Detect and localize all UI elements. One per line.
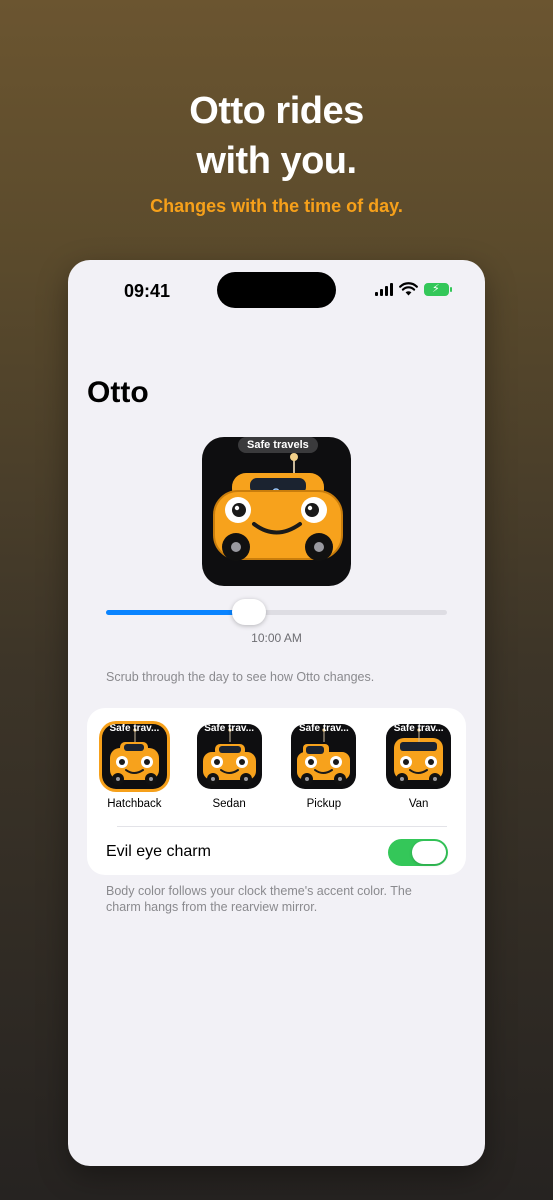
vehicle-style-name: Hatchback [107,798,162,810]
charm-toggle-knob [412,841,446,864]
charm-toggle[interactable] [388,839,448,866]
status-time: 09:41 [124,281,171,301]
vehicle-style-name: Van [408,798,429,810]
vehicle-style-name: Sedan [212,798,246,810]
settings-card: Safe trav... Hatchback Safe trav... Sedan Sa… [87,708,466,875]
dynamic-island [217,272,336,308]
vehicle-style-sedan[interactable]: Safe trav... Sedan [182,724,277,810]
page-title: Otto [87,376,149,409]
time-slider-fill [106,610,250,615]
charm-toggle-label: Evil eye charm [106,843,211,860]
otto-preview: Safe travels [202,437,351,586]
cellular-signal-icon [375,282,393,296]
time-slider[interactable] [106,599,447,625]
vehicle-style-name: Pickup [306,798,342,810]
vehicle-style-tile[interactable]: Safe trav... [101,724,167,789]
status-icons: ⚡ [375,282,452,296]
vehicle-style-picker: Safe trav... Hatchback Safe trav... Sedan Sa… [87,724,466,810]
vehicle-style-tile[interactable]: Safe trav... [291,724,357,789]
divider [117,826,447,827]
time-slider-value: 10:00 AM [251,631,302,645]
vehicle-style-hatchback[interactable]: Safe trav... Hatchback [87,724,182,810]
vehicle-style-tile-label: Safe trav... [298,724,349,734]
hero-subtitle: Changes with the time of day. [150,196,403,216]
time-slider-thumb[interactable] [232,599,267,625]
scrub-hint: Scrub through the day to see how Otto ch… [106,670,375,684]
car-face-icon [213,453,343,561]
vehicle-style-van[interactable]: Safe trav... Van [371,724,466,810]
hero-title: Otto rides with you. [0,86,553,186]
vehicle-style-tile-label: Safe trav... [204,724,255,734]
footnote: Body color follows your clock theme's ac… [106,884,412,914]
phone-screen: 09:41 ⚡ Otto Safe travels 10:00 AM Scrub… [68,260,485,1166]
vehicle-style-tile-label: Safe trav... [393,724,444,734]
battery-charging-icon: ⚡ [424,282,452,296]
vehicle-style-tile-label: Safe trav... [109,724,160,734]
wifi-icon [399,282,418,296]
vehicle-style-tile[interactable]: Safe trav... [196,724,262,789]
hero-title-line-1: Otto rides [189,90,364,132]
vehicle-style-tile[interactable]: Safe trav... [386,724,452,789]
vehicle-style-pickup[interactable]: Safe trav... Pickup [277,724,372,810]
hero-title-line-2: with you. [196,140,357,182]
speech-bubble: Safe travels [238,437,318,453]
